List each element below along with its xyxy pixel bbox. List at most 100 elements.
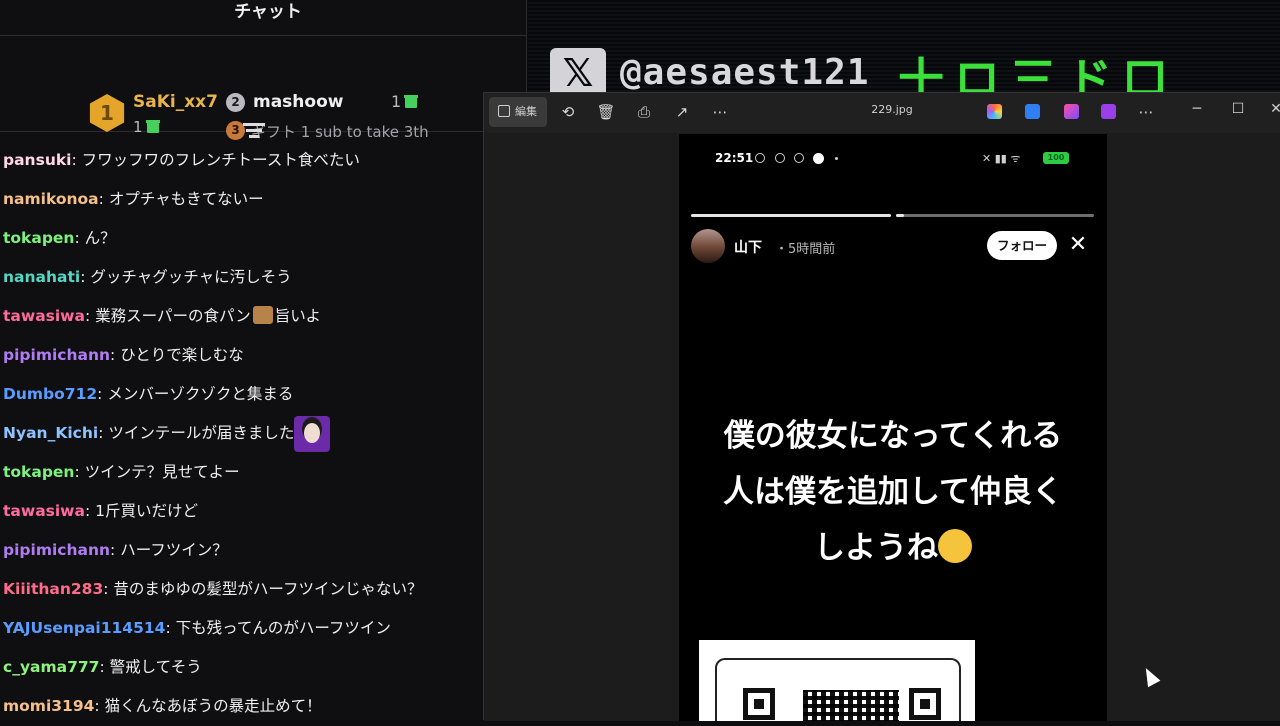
banner-decoration: 十ロ三ド口	[898, 53, 1178, 92]
chat-separator: :	[71, 151, 82, 169]
print-icon[interactable]: ⎙	[634, 102, 654, 122]
chat-message: tokapen: ツインテ？見せてよー	[0, 453, 527, 492]
chat-separator: :	[98, 424, 109, 442]
chat-username[interactable]: nanahati	[3, 268, 80, 286]
overflow-menu-icon[interactable]: ⋯	[1136, 102, 1156, 122]
edit-button[interactable]: 編集	[489, 97, 547, 127]
story-line-1: 僕の彼女になってくれる	[723, 418, 1063, 454]
story-time: ・5時間前	[775, 242, 836, 257]
more-icon[interactable]: ⋯	[710, 102, 730, 122]
rotate-icon[interactable]: ⟲	[558, 102, 578, 122]
chat-username[interactable]: Dumbo712	[3, 385, 97, 403]
chat-separator: :	[110, 541, 121, 559]
minimize-icon[interactable]: ─	[1187, 101, 1207, 117]
chat-panel: チャット 1 SaKi_xx7 1 2 mashoow 1 3 ギフト 1 su…	[0, 0, 527, 720]
story-line-3: しようね	[679, 520, 1107, 576]
status-icon	[755, 153, 765, 163]
chat-separator: :	[99, 658, 110, 676]
chat-message: nanahati: グッチャグッチャに汚しそう	[0, 258, 527, 297]
chat-separator: :	[84, 307, 96, 325]
image-canvas: 22:51 ✕ ▮▮ ᯤ 100 山下 ・5時間前 フォロー ✕ 僕の彼女になっ…	[484, 133, 1280, 721]
leader-2-count: 1	[391, 92, 419, 111]
qr-finder-icon	[743, 688, 775, 720]
leader-1-name[interactable]: SaKi_xx7	[133, 92, 218, 112]
gift-icon	[145, 120, 160, 133]
status-icon	[813, 153, 824, 164]
status-dot-icon	[835, 157, 838, 160]
chat-message: namikonoa: オプチャもきてないー	[0, 180, 527, 219]
signal-wifi-icons: ✕ ▮▮ ᯤ	[982, 152, 1021, 165]
viewer-toolbar: 編集 ⟲ 🗑 ⎙ ↗ ⋯ 229.jpg ⋯ ─ ☐ ✕	[484, 93, 1280, 133]
status-icon	[775, 153, 785, 163]
clipchamp-icon[interactable]	[1101, 104, 1116, 119]
photo-viewer-window: 編集 ⟲ 🗑 ⎙ ↗ ⋯ 229.jpg ⋯ ─ ☐ ✕ 22:51 ✕ ▮▮ …	[483, 92, 1280, 721]
leader-1-count: 1	[133, 118, 160, 136]
chat-separator: :	[80, 268, 91, 286]
chat-separator: :	[74, 229, 85, 247]
chat-separator: :	[165, 619, 176, 637]
chat-text: 1斤買いだけど	[95, 502, 198, 520]
qr-frame	[715, 658, 961, 721]
banner-handle: @aesaest121	[620, 52, 870, 92]
chat-message: YAJUsenpai114514: 下も残ってんのがハーフツイン	[0, 609, 527, 648]
close-icon: ✕	[1068, 232, 1088, 257]
chat-message: tawasiwa: 業務スーパーの食パン 旨いよ	[0, 297, 527, 336]
chat-username[interactable]: Nyan_Kichi	[3, 424, 98, 442]
chat-text: ん？	[84, 229, 116, 247]
chat-text: 警戒してそう	[109, 658, 202, 676]
chat-username[interactable]: tokapen	[3, 229, 74, 247]
chat-message: pipimichann: ひとりで楽しむな	[0, 336, 527, 375]
chat-message: Dumbo712: メンバーゾクゾクと集まる	[0, 375, 527, 414]
smile-emoji-icon	[938, 529, 972, 563]
chat-username[interactable]: c_yama777	[3, 658, 99, 676]
stream-banner: 𝕏 @aesaest121 十ロ三ド口	[528, 0, 1280, 92]
chat-separator: :	[103, 580, 114, 598]
chat-text: ハーフツイン？	[120, 541, 228, 559]
copilot-icon[interactable]	[987, 104, 1002, 119]
chat-username[interactable]: pansuki	[3, 151, 71, 169]
chat-username[interactable]: Kiiithan283	[3, 580, 103, 598]
chat-message: momi3194: 猫くんなあぼうの暴走止めて！	[0, 687, 527, 726]
chat-message-list: pansuki: フワッフワのフレンチトースト食べたい namikonoa: オプ…	[0, 141, 527, 726]
designer-icon[interactable]	[1025, 104, 1040, 119]
collapse-leaderboard-icon[interactable]	[243, 123, 265, 141]
chat-username[interactable]: tawasiwa	[3, 502, 85, 520]
leader-2-name[interactable]: mashoow	[253, 92, 343, 112]
chat-text: オプチャもきてないー	[108, 190, 264, 208]
chat-text: 下も残ってんのがハーフツイン	[175, 619, 391, 637]
chat-message: c_yama777: 警戒してそう	[0, 648, 527, 687]
gift-leaderboard: 1 SaKi_xx7 1 2 mashoow 1 3 ギフト 1 sub to …	[0, 36, 526, 141]
delete-icon[interactable]: 🗑	[596, 102, 616, 122]
story-user-name: 山下	[734, 240, 762, 256]
chat-text: グッチャグッチャに汚しそう	[90, 268, 292, 286]
story-progress-1	[691, 214, 891, 217]
chat-message: tokapen: ん？	[0, 219, 527, 258]
chat-text: 業務スーパーの食パン	[95, 307, 251, 325]
chat-username[interactable]: tawasiwa	[3, 307, 85, 325]
chat-username[interactable]: namikonoa	[3, 190, 99, 208]
qr-code-icon	[803, 690, 899, 721]
chat-separator: :	[74, 463, 85, 481]
leader-3-prompt[interactable]: ギフト 1 sub to take 3th	[251, 121, 429, 142]
chat-title: チャット	[234, 2, 302, 22]
paint-icon[interactable]	[1064, 104, 1079, 119]
chat-separator: :	[110, 346, 121, 364]
window-close-icon[interactable]: ✕	[1266, 101, 1280, 117]
share-icon[interactable]: ↗	[672, 102, 692, 122]
status-icon	[794, 153, 804, 163]
leader-1-count-value: 1	[133, 118, 143, 136]
chat-username[interactable]: pipimichann	[3, 541, 110, 559]
maximize-icon[interactable]: ☐	[1228, 101, 1248, 117]
chat-text: 昔のまゆゆの髪型がハーフツインじゃない？	[113, 580, 423, 598]
chat-username[interactable]: YAJUsenpai114514	[3, 619, 165, 637]
story-line-3-text: しようね	[814, 530, 938, 566]
chat-message: pipimichann: ハーフツイン？	[0, 531, 527, 570]
leader-2-count-value: 1	[391, 92, 402, 111]
rank-2-badge: 2	[226, 93, 245, 112]
chat-text: フワッフワのフレンチトースト食べたい	[81, 151, 360, 169]
package-emoji-icon	[252, 306, 273, 324]
chat-username[interactable]: tokapen	[3, 463, 74, 481]
chat-message: tawasiwa: 1斤買いだけど	[0, 492, 527, 531]
chat-username[interactable]: pipimichann	[3, 346, 110, 364]
chat-username[interactable]: momi3194	[3, 697, 94, 715]
